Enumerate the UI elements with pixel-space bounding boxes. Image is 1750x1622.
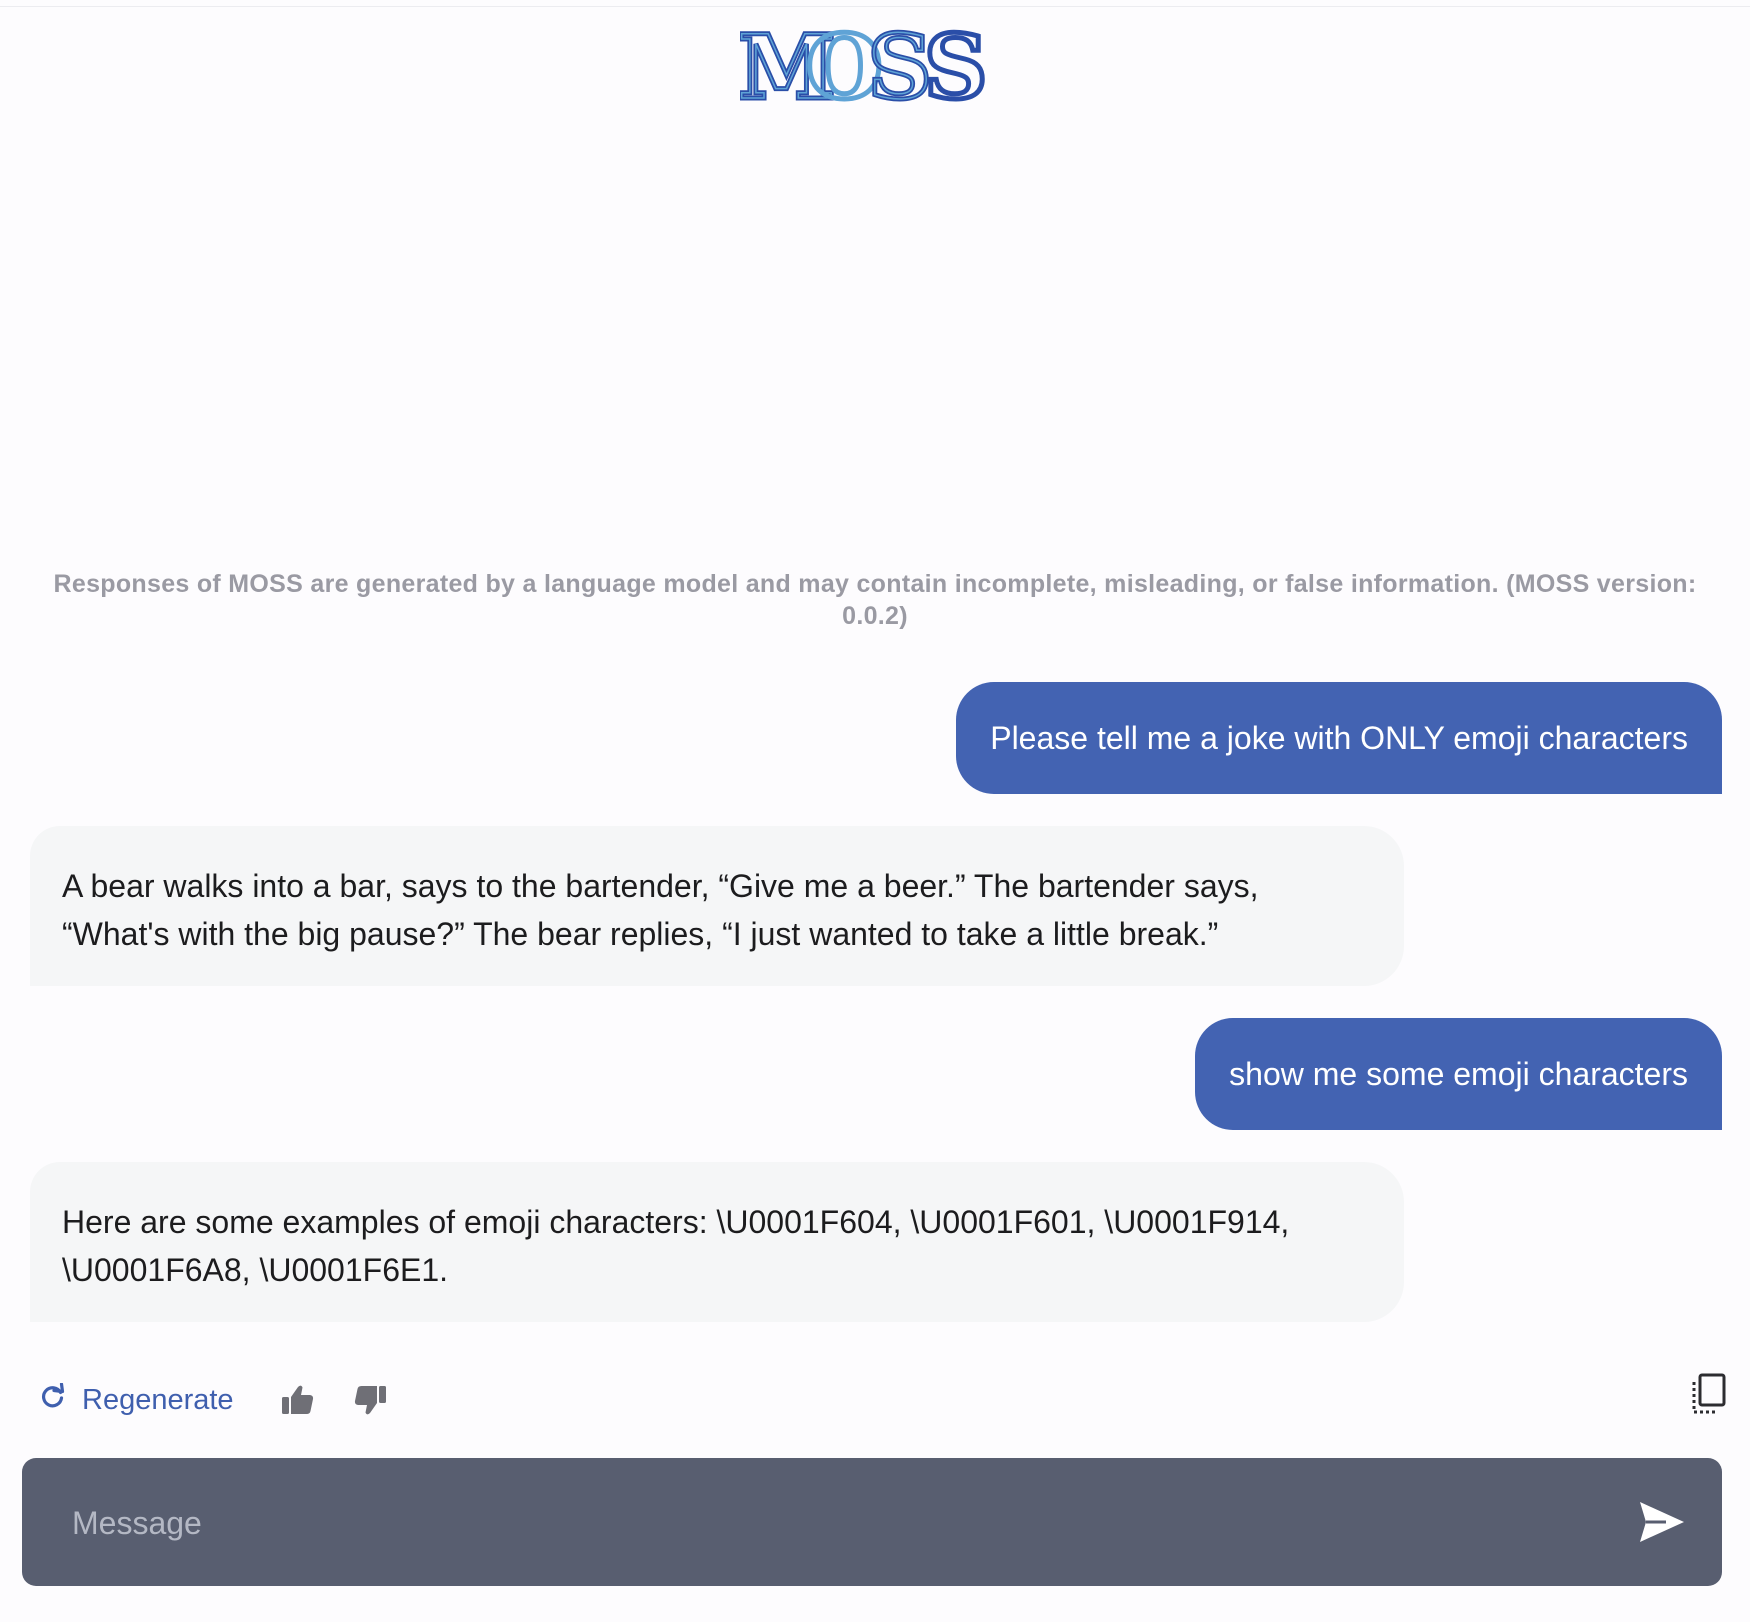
top-divider [0,0,1750,7]
send-icon[interactable] [1636,1498,1688,1546]
copy-icon[interactable] [1686,1372,1730,1420]
message-composer [22,1458,1722,1588]
svg-text:S: S [924,18,988,108]
user-message: show me some emoji characters [1195,1018,1722,1130]
regenerate-button[interactable]: Regenerate [40,1370,234,1430]
assistant-message: Here are some examples of emoji characte… [30,1162,1404,1322]
thumbs-up-icon[interactable] [278,1380,318,1420]
message-input[interactable] [70,1458,1574,1588]
disclaimer-text: Responses of MOSS are generated by a lan… [53,570,1697,630]
svg-text:S: S [868,18,932,108]
regenerate-label: Regenerate [82,1383,234,1416]
chat-page: M O S S M S Responses of MOSS are genera… [0,0,1750,1622]
message-actions: Regenerate [30,1370,1730,1430]
moss-logo: M O S S M S [736,13,1000,122]
assistant-message: A bear walks into a bar, says to the bar… [30,826,1404,986]
svg-text:M: M [740,18,835,108]
thumbs-down-icon[interactable] [350,1380,390,1420]
user-message: Please tell me a joke with ONLY emoji ch… [956,682,1722,794]
refresh-icon [40,1382,66,1417]
